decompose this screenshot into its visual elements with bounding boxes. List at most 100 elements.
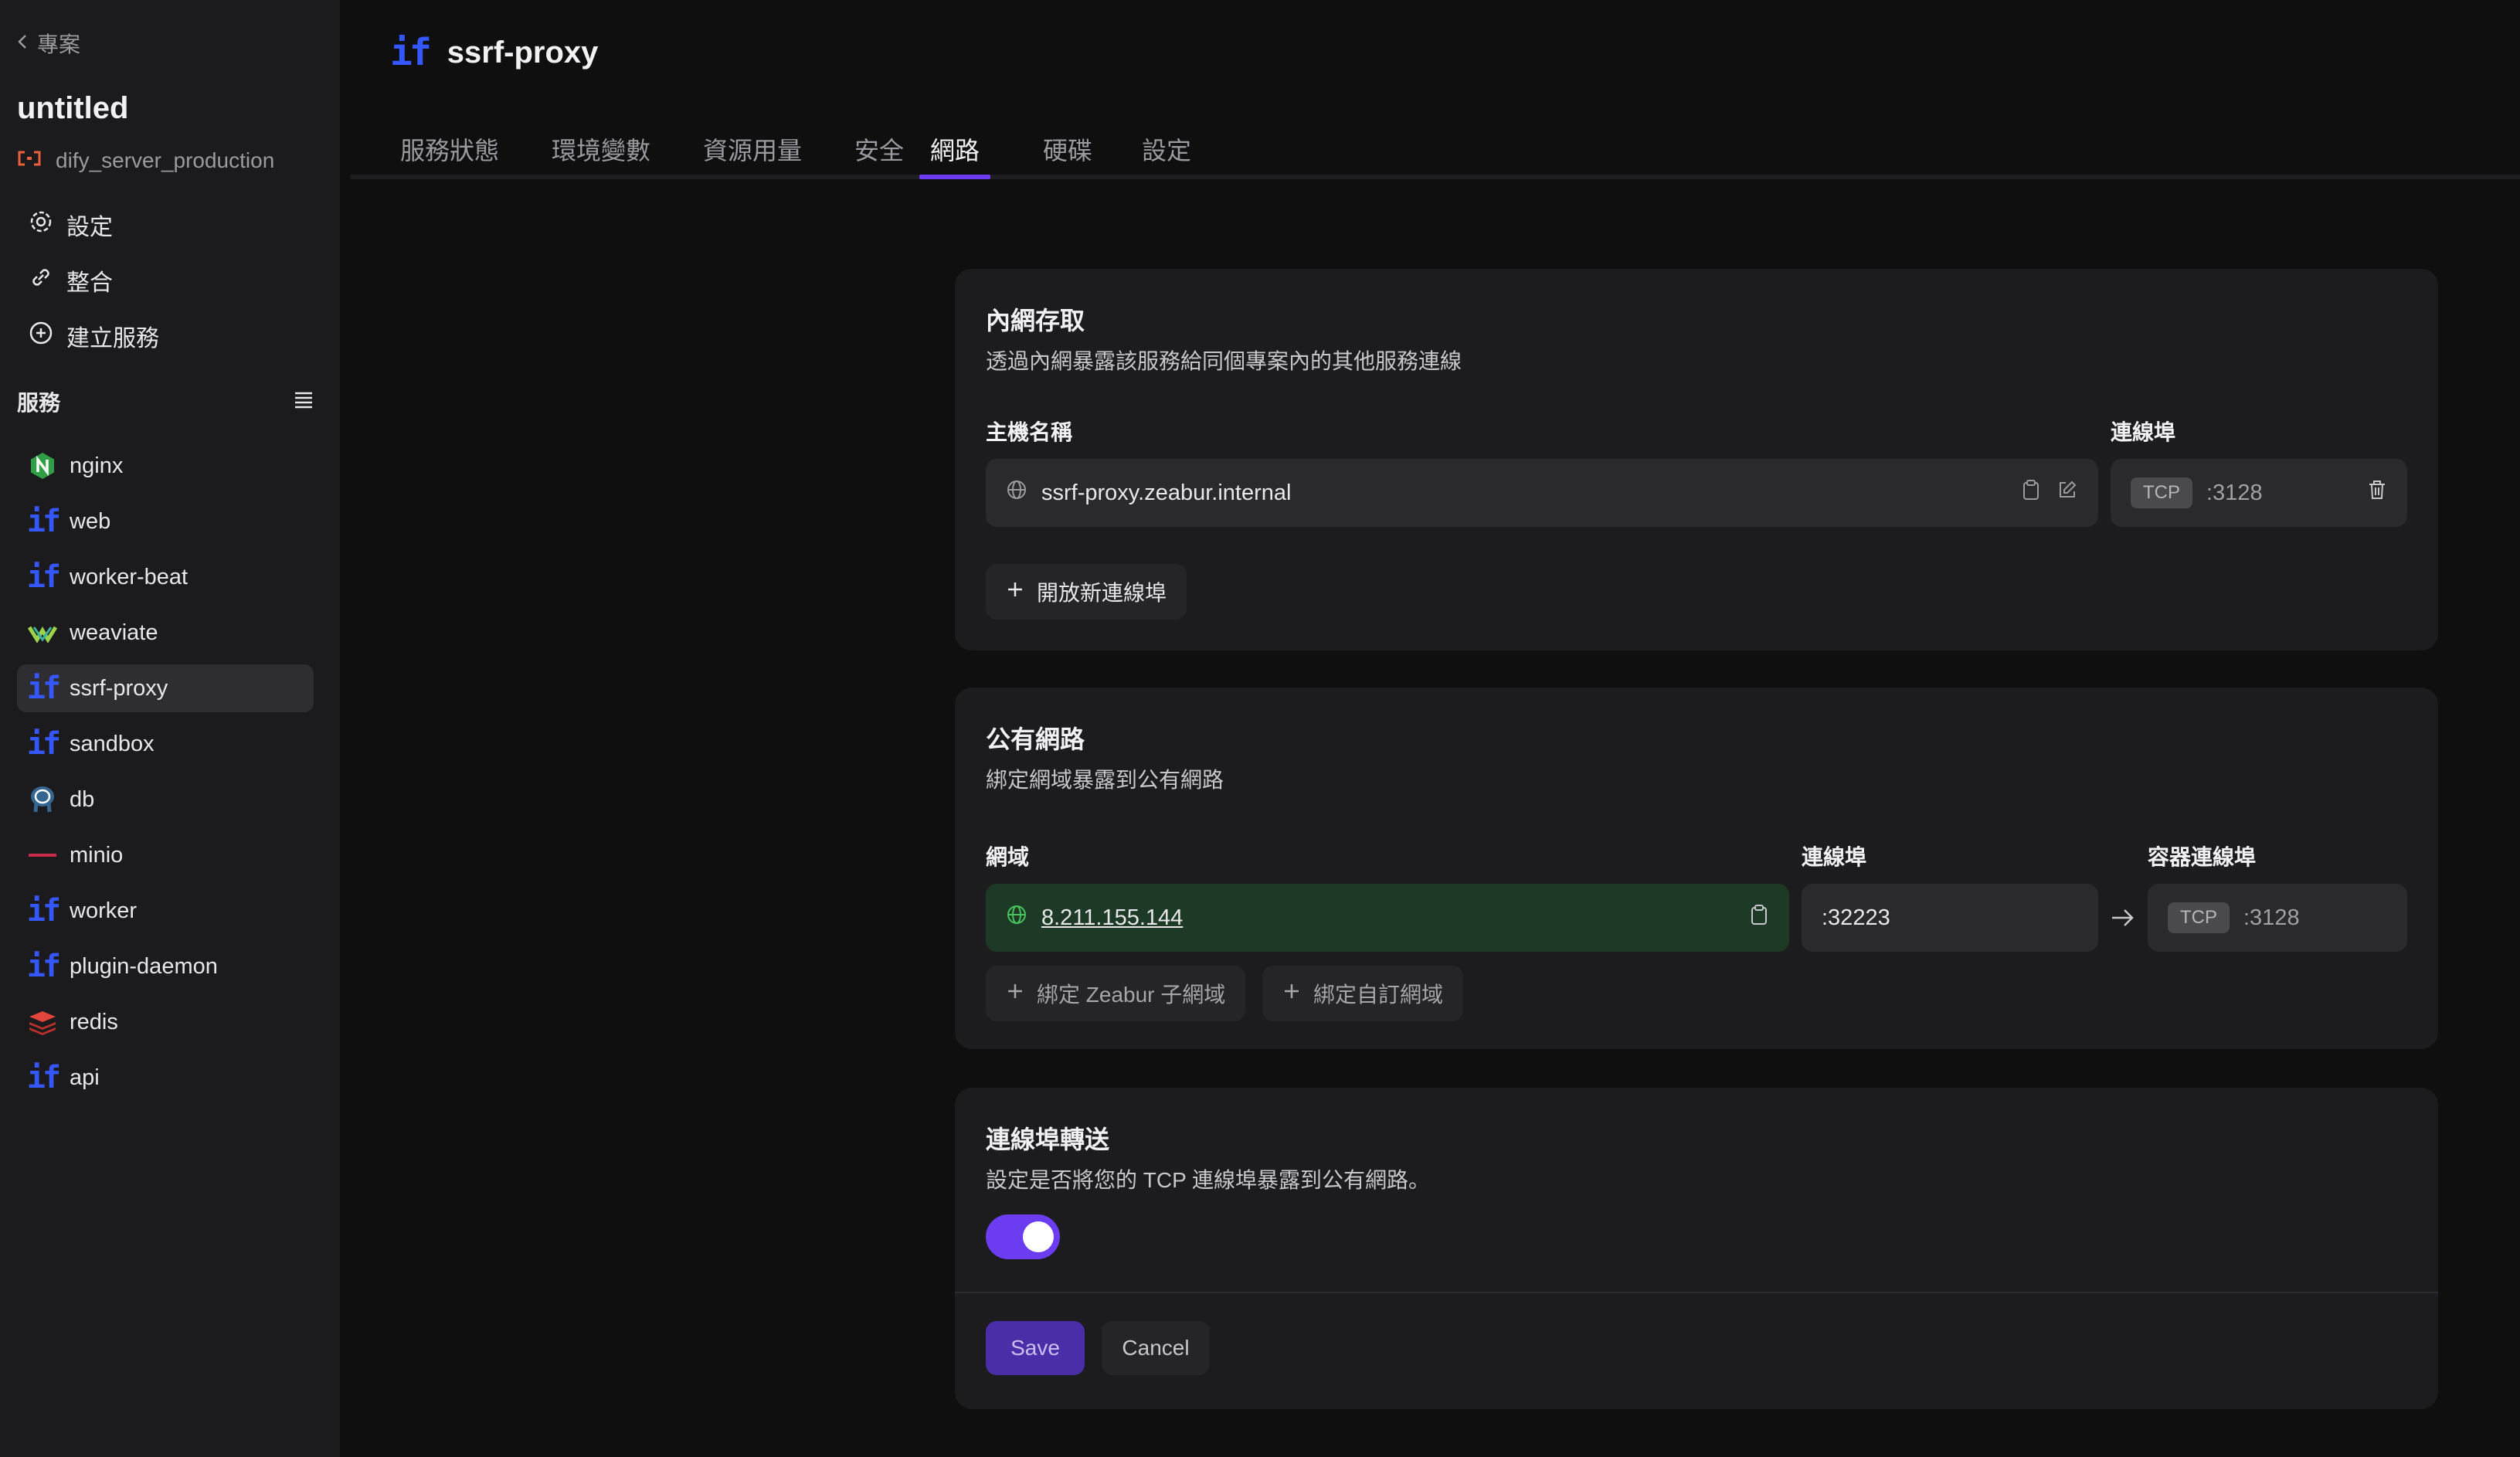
link-icon [28,264,54,297]
service-name: redis [70,1009,118,1034]
service-item-api[interactable]: if api [17,1054,314,1102]
public-port-label: 連線埠 [1802,845,1867,869]
service-item-web[interactable]: if web [17,498,314,545]
tab-settings[interactable]: 設定 [1131,124,1202,175]
hostname-field: ssrf-proxy.zeabur.internal [986,459,2098,527]
cancel-button[interactable]: Cancel [1102,1321,1210,1375]
redis-icon [26,1006,59,1038]
service-name: sandbox [70,731,155,756]
back-label: 專案 [37,32,81,56]
environment-selector[interactable]: dify_server_production [17,145,274,176]
service-name: api [70,1065,100,1090]
dify-logo-text: if [26,1060,61,1095]
plus-circle-icon [28,320,54,352]
service-name: minio [70,842,124,868]
dify-icon: if [26,726,61,762]
public-port-input[interactable]: :32223 [1802,884,2098,952]
back-to-projects-link[interactable]: 專案 [15,28,80,59]
port-forwarding-toggle[interactable] [986,1214,1060,1259]
dify-icon: if [26,950,61,983]
sidebar-item-label: 建立服務 [66,326,159,352]
container-port-value: :3128 [2243,905,2300,930]
environment-name: dify_server_production [56,148,275,172]
sidebar-item-settings[interactable]: 設定 [28,203,113,246]
service-name: weaviate [70,620,158,645]
container-port-field: TCP :3128 [2148,884,2407,952]
service-item-minio[interactable]: minio [17,831,314,879]
private-network-card: 內網存取 透過內網暴露該服務給同個專案內的其他服務連線 主機名稱 連線埠 ssr… [955,269,2438,650]
sidebar-item-label: 整合 [66,270,113,296]
list-view-icon[interactable] [294,389,314,414]
private-port-value: :3128 [2206,480,2263,505]
dify-logo-text: if [26,893,61,929]
divider [955,1292,2438,1293]
dify-logo-icon: if [390,31,432,74]
copy-icon[interactable] [1749,904,1769,932]
globe-icon [1006,479,1027,507]
service-item-db[interactable]: db [17,776,314,824]
protocol-badge: TCP [2168,902,2230,933]
service-name: db [70,786,95,812]
service-item-worker-beat[interactable]: if worker-beat [17,553,314,601]
nginx-icon [26,450,59,482]
arrow-right-icon [2109,905,2137,934]
domain-link[interactable]: 8.211.155.144 [1041,905,1183,931]
sidebar: 專案 untitled dify_server_production 設定 整合… [0,0,340,1457]
dify-logo-text: if [26,559,61,595]
edit-icon[interactable] [2056,479,2078,507]
service-name: ssrf-proxy [70,675,168,701]
dify-logo-text: if [26,671,61,706]
service-name: nginx [70,453,124,478]
dify-icon: if [26,893,61,929]
dify-icon: if [26,505,61,538]
service-item-weaviate[interactable]: weaviate [17,609,314,657]
chevron-left-icon [15,31,29,56]
environment-icon [17,148,42,173]
domain-label: 網域 [986,845,1030,869]
tab-resource-usage[interactable]: 資源用量 [692,124,813,175]
minio-icon [26,839,59,871]
protocol-badge: TCP [2131,477,2192,508]
service-name: worker [70,898,138,923]
bind-zeabur-label: 綁定 Zeabur 子網域 [1037,983,1226,1007]
dify-icon: if [26,671,61,706]
tab-disk[interactable]: 硬碟 [1032,124,1103,175]
private-network-subtitle: 透過內網暴露該服務給同個專案內的其他服務連線 [986,349,1462,373]
service-header: if ssrf-proxy [390,28,598,77]
page-title: ssrf-proxy [447,35,599,70]
open-new-port-button[interactable]: 開放新連線埠 [986,564,1187,620]
weaviate-icon [26,616,59,649]
sidebar-item-create-service[interactable]: 建立服務 [28,314,159,358]
tab-env-variables[interactable]: 環境變數 [541,124,661,175]
save-button[interactable]: Save [986,1321,1085,1375]
bind-zeabur-subdomain-button[interactable]: 綁定 Zeabur 子網域 [986,966,1246,1021]
plus-icon [1006,981,1024,1006]
service-item-sandbox[interactable]: if sandbox [17,720,314,768]
tab-security[interactable]: 安全 [844,124,915,175]
sidebar-item-integrations[interactable]: 整合 [28,259,113,302]
public-network-title: 公有網路 [986,725,1085,753]
globe-icon [1006,904,1027,932]
port-forwarding-subtitle: 設定是否將您的 TCP 連線埠暴露到公有網路。 [986,1168,1431,1192]
public-port-value: :32223 [1822,905,1890,930]
service-item-redis[interactable]: redis [17,998,314,1046]
bind-custom-domain-button[interactable]: 綁定自訂網域 [1262,966,1464,1021]
private-network-title: 內網存取 [986,307,1085,335]
service-item-nginx[interactable]: nginx [17,442,314,490]
service-name: web [70,508,111,534]
bind-custom-label: 綁定自訂網域 [1313,983,1444,1007]
service-item-worker[interactable]: if worker [17,887,314,935]
dify-logo-text: if [26,726,61,762]
tab-network[interactable]: 網路 [919,124,991,179]
private-port-label: 連線埠 [2111,420,2176,444]
trash-icon[interactable] [2367,479,2387,507]
public-network-subtitle: 綁定網域暴露到公有網路 [986,768,1224,792]
project-title: untitled [17,91,129,125]
port-forwarding-title: 連線埠轉送 [986,1126,1110,1153]
private-port-field: TCP :3128 [2111,459,2407,527]
tab-service-status[interactable]: 服務狀態 [389,124,510,175]
service-item-plugin-daemon[interactable]: if plugin-daemon [17,942,314,990]
service-item-ssrf-proxy[interactable]: if ssrf-proxy [17,664,314,712]
copy-icon[interactable] [2021,479,2041,507]
plus-icon [1006,579,1024,604]
